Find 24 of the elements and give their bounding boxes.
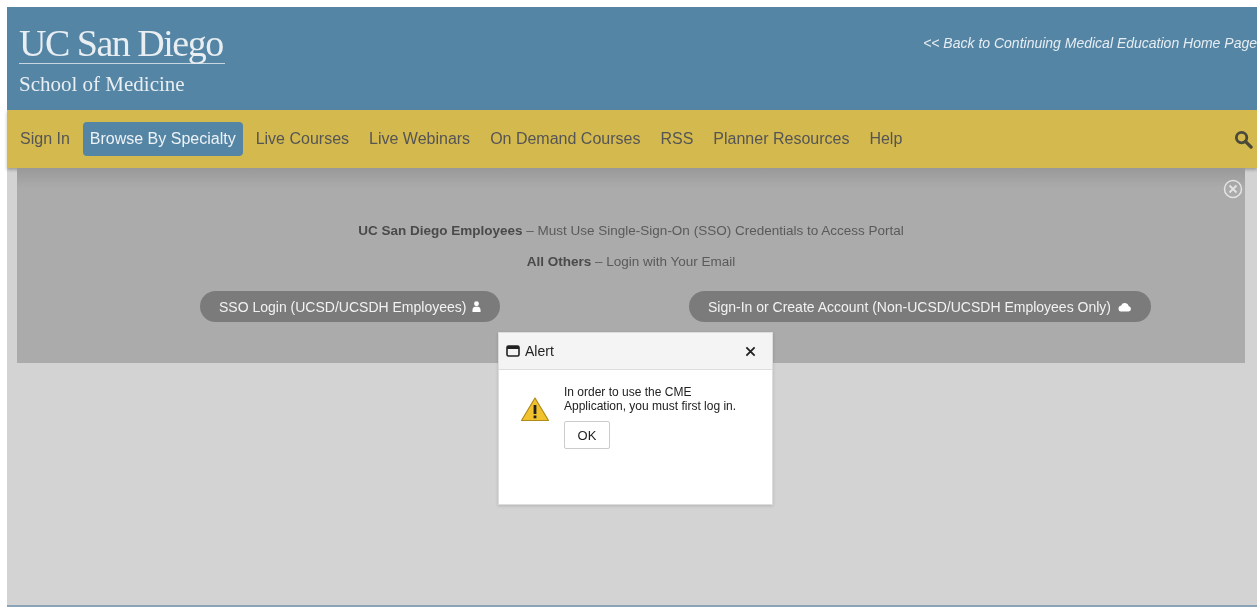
nav-link[interactable]: Planner Resources <box>706 122 857 156</box>
back-link[interactable]: << Back to Continuing Medical Education Home Page <box>923 7 1257 51</box>
nav-link[interactable]: Sign In <box>13 122 77 156</box>
warning-icon <box>520 396 550 422</box>
search-icon[interactable] <box>1234 129 1253 149</box>
login-button[interactable]: SSO Login (UCSD/UCSDH Employees) <box>200 291 501 322</box>
nav-link[interactable]: Live Webinars <box>362 122 478 156</box>
notice-text: All Others – Login with Your Email <box>526 254 736 269</box>
ok-button[interactable]: OK <box>564 421 610 449</box>
logo-subtitle: School of Medicine <box>19 72 186 97</box>
logo-title: UC San Diego <box>19 23 225 64</box>
nav-link[interactable]: RSS <box>653 122 701 156</box>
cloud-icon <box>1117 301 1132 312</box>
login-button[interactable]: Sign-In or Create Account (Non-UCSD/UCSDH Employees Only) <box>688 291 1151 322</box>
close-icon[interactable] <box>745 345 756 357</box>
dialog-title: Alert <box>525 343 555 359</box>
nav-link[interactable]: Help <box>862 122 910 156</box>
dialog-message: In order to use the CME Application, you must first log in. <box>564 385 738 413</box>
nav-link[interactable]: On Demand Courses <box>483 122 648 156</box>
window-icon <box>506 345 520 357</box>
notice-text: UC San Diego Employees – Must Use Single-Sign-On (SSO) Credentials to Access Portal <box>358 223 904 238</box>
person-icon <box>472 301 482 312</box>
nav-link[interactable]: Browse By Specialty <box>82 122 243 156</box>
nav-link[interactable]: Live Courses <box>248 122 357 156</box>
